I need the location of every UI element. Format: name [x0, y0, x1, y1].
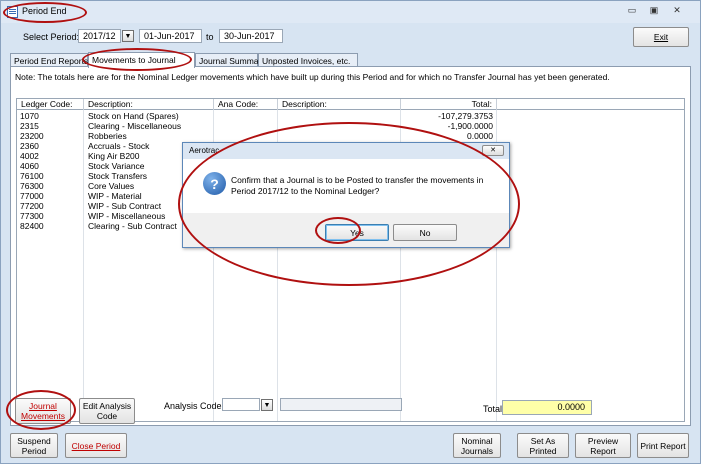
ledger-code-cell: 4060	[20, 161, 39, 171]
table-row[interactable]: 23200 Robberies 0.0000	[17, 131, 684, 141]
period-from-field: 01-Jun-2017	[139, 29, 202, 43]
tab-period-end-reports[interactable]: Period End Reports	[10, 53, 88, 67]
ledger-code-cell: 2315	[20, 121, 39, 131]
ledger-code-cell: 23200	[20, 131, 44, 141]
dialog-title: Aerotrac	[183, 143, 509, 159]
col-description[interactable]: Description:	[84, 99, 214, 110]
analysis-code-label: Analysis Code:	[164, 401, 225, 411]
title-bar: Period End ▭ ▣ ✕	[1, 1, 700, 23]
question-icon: ?	[203, 172, 226, 195]
tab-movements-to-journal[interactable]: Movements to Journal	[88, 52, 195, 68]
total-cell: -1,900.0000	[447, 121, 493, 131]
yes-button[interactable]: Yes	[325, 224, 389, 241]
ledger-code-cell: 77000	[20, 191, 44, 201]
table-header: Ledger Code: Description: Ana Code: Desc…	[17, 99, 684, 110]
dialog-close-icon[interactable]: ✕	[482, 145, 504, 156]
col-ledger-code[interactable]: Ledger Code:	[17, 99, 84, 110]
ledger-code-cell: 4002	[20, 151, 39, 161]
analysis-code-select[interactable]	[222, 398, 260, 411]
close-period-button[interactable]: Close Period	[65, 433, 127, 458]
journal-movements-button[interactable]: Journal Movements	[15, 398, 71, 424]
to-label: to	[206, 32, 214, 42]
note-text: Note: The totals here are for the Nomina…	[15, 72, 610, 82]
col-ana-code[interactable]: Ana Code:	[214, 99, 278, 110]
edit-analysis-code-button[interactable]: Edit Analysis Code	[79, 398, 135, 424]
confirm-dialog: Aerotrac ✕ ? Confirm that a Journal is t…	[182, 142, 510, 248]
ledger-code-cell: 77200	[20, 201, 44, 211]
ledger-code-cell: 77300	[20, 211, 44, 221]
analysis-description-field	[280, 398, 402, 411]
minimize-icon[interactable]: ▭	[624, 5, 640, 18]
table-row[interactable]: 2315 Clearing - Miscellaneous -1,900.0000	[17, 121, 684, 131]
tab-journal-summary[interactable]: Journal Summary	[195, 53, 266, 67]
tab-unposted-invoices[interactable]: Unposted Invoices, etc.	[258, 53, 358, 67]
print-report-button[interactable]: Print Report	[637, 433, 689, 458]
total-value: 0.0000	[502, 400, 592, 415]
description-cell: Stock on Hand (Spares)	[88, 111, 179, 121]
close-period-label: Close Period	[71, 440, 121, 451]
ledger-code-cell: 2360	[20, 141, 39, 151]
col-total[interactable]: Total:	[401, 99, 497, 110]
preview-report-button[interactable]: Preview Report	[575, 433, 631, 458]
set-as-printed-button[interactable]: Set As Printed	[517, 433, 569, 458]
maximize-icon[interactable]: ▣	[646, 5, 662, 18]
period-to-value: 30-Jun-2017	[224, 31, 275, 41]
col-ana-description[interactable]: Description:	[278, 99, 401, 110]
dialog-message: Confirm that a Journal is to be Posted t…	[231, 175, 484, 196]
period-from-value: 01-Jun-2017	[144, 31, 195, 41]
journal-movements-label: Journal Movements	[21, 401, 65, 421]
suspend-period-button[interactable]: Suspend Period	[10, 433, 58, 458]
period-select[interactable]: 2017/12	[78, 29, 121, 43]
exit-label: Exit	[653, 32, 669, 42]
table-row[interactable]: 1070 Stock on Hand (Spares) -107,279.3753	[17, 111, 684, 121]
chevron-down-icon[interactable]: ▼	[261, 399, 273, 411]
exit-button[interactable]: Exit	[633, 27, 689, 47]
total-cell: -107,279.3753	[438, 111, 493, 121]
chevron-down-icon[interactable]: ▼	[122, 30, 134, 42]
ledger-code-cell: 82400	[20, 221, 44, 231]
no-button[interactable]: No	[393, 224, 457, 241]
window-title: Period End	[22, 6, 67, 16]
description-cell: Clearing - Miscellaneous	[88, 121, 182, 131]
select-period-label: Select Period:	[23, 32, 80, 42]
dialog-body: ? Confirm that a Journal is to be Posted…	[183, 159, 509, 213]
ledger-code-cell: 1070	[20, 111, 39, 121]
ledger-code-cell: 76100	[20, 171, 44, 181]
close-icon[interactable]: ✕	[669, 5, 685, 18]
description-cell: Robberies	[88, 131, 127, 141]
nominal-journals-button[interactable]: Nominal Journals	[453, 433, 501, 458]
period-to-field: 30-Jun-2017	[219, 29, 283, 43]
ledger-code-cell: 76300	[20, 181, 44, 191]
window-icon	[7, 6, 18, 18]
total-cell: 0.0000	[467, 131, 493, 141]
